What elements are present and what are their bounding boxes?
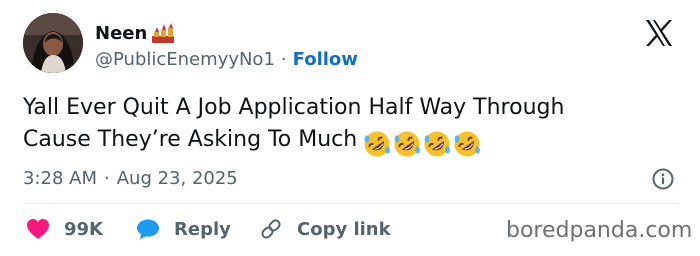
tweet-meta: 3:28 AM · Aug 23, 2025 <box>23 166 238 190</box>
x-logo-icon[interactable] <box>643 18 675 48</box>
author-name-row: Neen <box>95 21 176 45</box>
copy-link-button[interactable]: Copy link <box>259 216 391 242</box>
tweet-time[interactable]: 3:28 AM <box>23 168 97 189</box>
heart-icon <box>27 219 49 239</box>
handle-row: @PublicEnemyyNo1 · Follow <box>95 47 358 71</box>
lipstick-icon <box>150 22 176 44</box>
rolling-on-floor-laughing-icon <box>453 130 481 158</box>
info-icon[interactable] <box>652 168 674 190</box>
tweet-line-2: Cause They’re Asking To Much <box>23 124 663 158</box>
watermark: boredpanda.com <box>506 218 693 243</box>
rolling-on-floor-laughing-icon <box>423 130 451 158</box>
display-name[interactable]: Neen <box>95 23 147 44</box>
avatar[interactable] <box>23 13 83 73</box>
divider <box>23 203 678 204</box>
tweet-date[interactable]: Aug 23, 2025 <box>117 168 238 189</box>
separator-dot: · <box>280 48 287 70</box>
follow-button[interactable]: Follow <box>293 49 358 70</box>
author-handle[interactable]: @PublicEnemyyNo1 <box>95 49 275 70</box>
rolling-on-floor-laughing-icon <box>393 130 421 158</box>
emoji-group <box>363 130 483 158</box>
tweet-card: Neen @PublicEnemyyNo1 · Follow Yall Ever… <box>0 0 700 256</box>
rolling-on-floor-laughing-icon <box>363 130 391 158</box>
separator-dot: · <box>104 167 110 189</box>
copy-link-label: Copy link <box>297 218 391 240</box>
like-count: 99K <box>64 218 103 240</box>
link-icon <box>261 219 281 239</box>
reply-label: Reply <box>174 218 231 240</box>
reply-button[interactable]: Reply <box>136 216 231 242</box>
like-button[interactable]: 99K <box>26 216 103 242</box>
tweet-line-1: Yall Ever Quit A Job Application Half Wa… <box>23 95 565 120</box>
tweet-text: Yall Ever Quit A Job Application Half Wa… <box>23 92 663 158</box>
speech-bubble-icon <box>137 219 159 240</box>
tweet-line-2-text: Cause They’re Asking To Much <box>23 127 358 152</box>
